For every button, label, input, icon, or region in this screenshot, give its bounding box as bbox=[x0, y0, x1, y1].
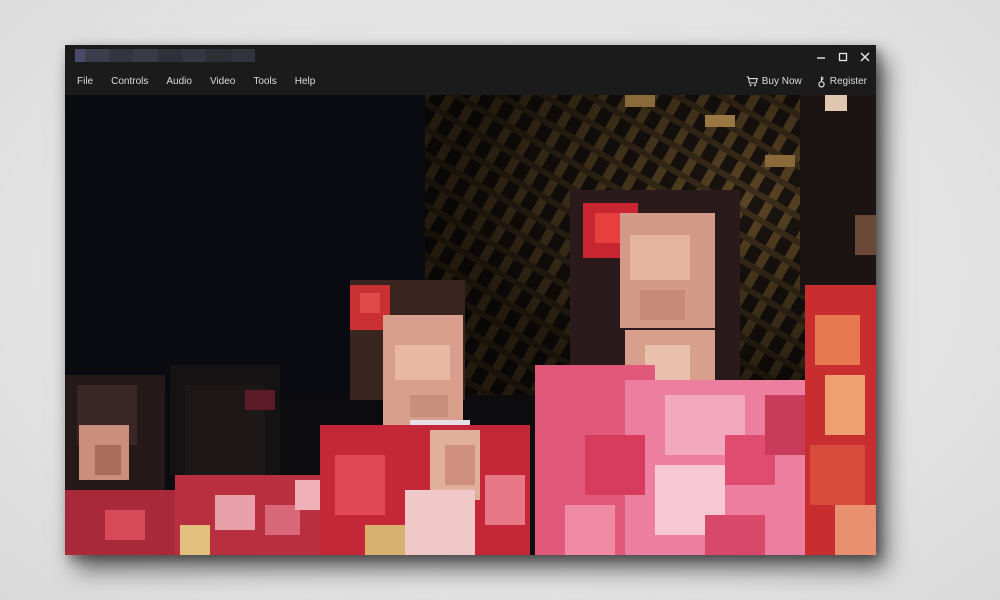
minimize-icon bbox=[817, 56, 825, 59]
menu-file[interactable]: File bbox=[77, 76, 93, 87]
media-player-window: File Controls Audio Video Tools Help Buy… bbox=[65, 45, 876, 555]
maximize-button[interactable] bbox=[832, 45, 854, 68]
title-bar[interactable] bbox=[65, 45, 876, 68]
close-button[interactable] bbox=[854, 45, 876, 68]
screenshot-backdrop: File Controls Audio Video Tools Help Buy… bbox=[0, 0, 1000, 600]
menu-controls[interactable]: Controls bbox=[111, 76, 148, 87]
pixelated-video-frame bbox=[65, 95, 876, 555]
menu-bar: File Controls Audio Video Tools Help Buy… bbox=[65, 68, 876, 95]
menu-tools[interactable]: Tools bbox=[253, 76, 276, 87]
window-title-redacted bbox=[75, 49, 256, 62]
maximize-icon bbox=[838, 52, 848, 61]
menu-items: File Controls Audio Video Tools Help bbox=[77, 68, 333, 95]
register-button[interactable]: Register bbox=[817, 76, 867, 88]
register-label: Register bbox=[829, 76, 867, 87]
performer-right-edge bbox=[800, 95, 876, 555]
menu-help[interactable]: Help bbox=[295, 76, 316, 87]
menu-audio[interactable]: Audio bbox=[166, 76, 192, 87]
buy-now-label: Buy Now bbox=[761, 76, 802, 87]
buy-now-button[interactable]: Buy Now bbox=[746, 76, 802, 87]
close-icon bbox=[860, 52, 870, 61]
video-frame[interactable] bbox=[65, 95, 876, 555]
cart-icon bbox=[746, 76, 758, 87]
menu-video[interactable]: Video bbox=[210, 76, 235, 87]
minimize-button[interactable] bbox=[810, 45, 832, 68]
performer-left-edge bbox=[65, 375, 175, 555]
key-icon bbox=[818, 76, 825, 88]
